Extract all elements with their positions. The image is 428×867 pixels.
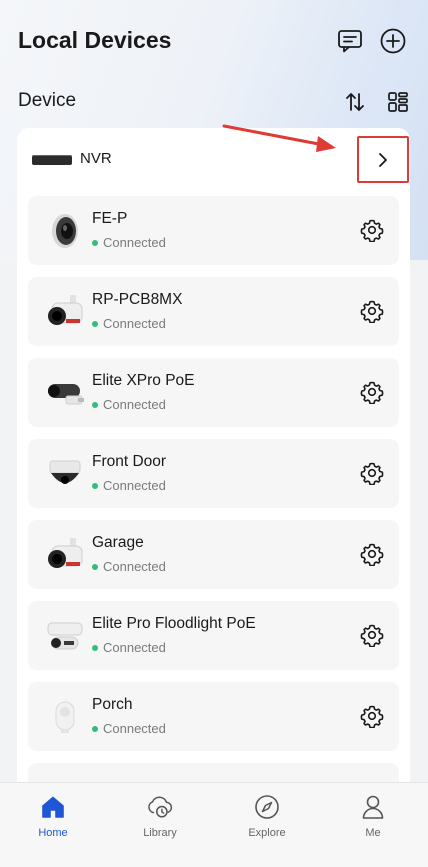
tab-explore[interactable]: Explore [227, 793, 307, 853]
floodlight-camera-icon [47, 622, 83, 650]
message-icon[interactable] [336, 27, 364, 55]
status-dot [92, 725, 98, 732]
bullet-camera-icon [48, 384, 84, 405]
gear-icon[interactable] [360, 380, 384, 404]
device-row-elite-pro-floodlight-poe[interactable]: Elite Pro Floodlight PoE Connected [28, 601, 399, 670]
person-icon [359, 793, 387, 821]
device-row-fe-p[interactable]: FE-P Connected [28, 196, 399, 265]
device-name: Front Door [92, 453, 167, 470]
device-row-elite-xpro-poe[interactable]: Elite XPro PoE Connected [28, 358, 399, 427]
device-status: Connected [92, 478, 166, 493]
device-status: Connected [92, 640, 166, 655]
device-row-front-door[interactable]: Front Door Connected [28, 439, 399, 508]
status-dot [92, 401, 98, 408]
tab-bar: Home Library Explore Me [0, 782, 428, 867]
section-title: Device [18, 90, 77, 111]
device-status: Connected [92, 235, 166, 250]
gear-icon[interactable] [360, 461, 384, 485]
status-dot [92, 482, 98, 489]
battery-camera-icon [55, 701, 75, 733]
gear-icon[interactable] [360, 623, 384, 647]
nvr-label: NVR [80, 150, 112, 167]
gear-icon[interactable] [360, 704, 384, 728]
tab-label: Explore [248, 827, 286, 839]
tab-home[interactable]: Home [13, 793, 93, 853]
grid-view-icon[interactable] [386, 90, 410, 114]
nvr-device-icon [32, 155, 72, 165]
device-card: NVR FE-P Connected RP-PCB8MX Connected E… [17, 128, 410, 808]
status-dot [92, 320, 98, 327]
bullet-camera-icon [48, 295, 83, 325]
device-row-rp-pcb8mx[interactable]: RP-PCB8MX Connected [28, 277, 399, 346]
page-title: Local Devices [18, 27, 172, 53]
status-dot [92, 644, 98, 651]
tab-label: Library [143, 827, 177, 839]
tab-me[interactable]: Me [333, 793, 413, 853]
dome-camera-icon [49, 460, 81, 484]
device-name: Porch [92, 696, 133, 713]
compass-icon [253, 793, 281, 821]
chevron-right-icon [379, 152, 387, 167]
home-icon [39, 793, 67, 821]
bullet-camera-icon [48, 538, 83, 568]
nvr-row[interactable]: NVR [17, 128, 410, 188]
device-name: Elite XPro PoE [92, 372, 195, 389]
status-dot [92, 563, 98, 570]
device-name: Garage [92, 534, 144, 551]
fisheye-camera-icon [52, 214, 78, 248]
status-text: Connected [103, 559, 166, 574]
status-text: Connected [103, 397, 166, 412]
status-text: Connected [103, 235, 166, 250]
tab-label: Me [365, 827, 381, 839]
add-circle-icon[interactable] [379, 27, 407, 55]
device-status: Connected [92, 316, 166, 331]
gear-icon[interactable] [360, 299, 384, 323]
nvr-chevron-highlight[interactable] [357, 136, 409, 183]
status-text: Connected [103, 640, 166, 655]
status-text: Connected [103, 721, 166, 736]
gear-icon[interactable] [360, 218, 384, 242]
sort-icon[interactable] [343, 90, 367, 114]
tab-library[interactable]: Library [120, 793, 200, 853]
annotation-arrow [222, 124, 336, 152]
device-name: RP-PCB8MX [92, 291, 183, 308]
device-status: Connected [92, 559, 166, 574]
gear-icon[interactable] [360, 542, 384, 566]
cloud-clock-icon [146, 793, 174, 821]
device-row-garage[interactable]: Garage Connected [28, 520, 399, 589]
tab-label: Home [38, 827, 68, 839]
device-name: Elite Pro Floodlight PoE [92, 615, 256, 632]
device-status: Connected [92, 721, 166, 736]
status-text: Connected [103, 478, 166, 493]
status-text: Connected [103, 316, 166, 331]
device-status: Connected [92, 397, 166, 412]
device-row-porch[interactable]: Porch Connected [28, 682, 399, 751]
status-dot [92, 239, 98, 246]
app-header: Local Devices [0, 0, 428, 80]
device-name: FE-P [92, 210, 128, 227]
